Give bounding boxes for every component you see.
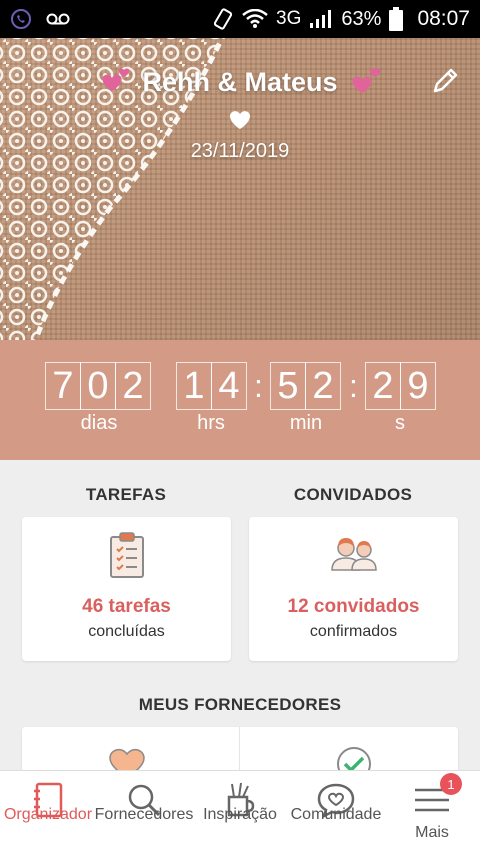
wedding-date: 23/11/2019 bbox=[190, 140, 290, 162]
rotate-icon bbox=[213, 8, 233, 30]
status-bar: 3G 63% 08:07 bbox=[0, 0, 480, 38]
nav-label: Organizador bbox=[3, 806, 93, 823]
countdown-seconds: 2 9 bbox=[365, 362, 436, 410]
battery-percent: 63% bbox=[341, 7, 382, 30]
tasks-section-title: TAREFAS bbox=[85, 485, 167, 504]
network-type: 3G bbox=[276, 8, 302, 29]
tasks-subtitle: concluídas bbox=[88, 623, 165, 640]
voicemail-icon bbox=[46, 13, 70, 25]
countdown-digit: 9 bbox=[400, 362, 436, 410]
nav-label: Mais bbox=[415, 824, 449, 841]
countdown-digit: 2 bbox=[365, 362, 401, 410]
countdown-label-seconds: s bbox=[395, 412, 405, 434]
countdown-label-days: dias bbox=[80, 412, 118, 434]
clock: 08:07 bbox=[417, 7, 470, 30]
nav-label: Comunidade bbox=[290, 806, 382, 823]
hero-title-row: Rehh & Mateus bbox=[0, 66, 480, 98]
tasks-count: 46 tarefas bbox=[82, 596, 171, 617]
countdown-digit: 7 bbox=[45, 362, 81, 410]
guests-couple-icon bbox=[330, 538, 377, 571]
signal-icon bbox=[310, 10, 332, 28]
nav-item-comunidade[interactable]: Comunidade bbox=[288, 771, 384, 854]
countdown-panel: 7 0 2 dias 1 4 hrs : 5 2 min : 2 9 s bbox=[0, 340, 480, 460]
countdown-label-hours: hrs bbox=[197, 412, 225, 434]
countdown-digit: 0 bbox=[80, 362, 116, 410]
tasks-card[interactable]: 46 tarefas concluídas bbox=[22, 517, 231, 661]
nav-label: Inspiração bbox=[203, 806, 277, 823]
wifi-icon bbox=[242, 9, 268, 28]
countdown-minutes: 5 2 bbox=[270, 362, 341, 410]
hearts-icon bbox=[351, 68, 380, 93]
vendors-section-title: MEUS FORNECEDORES bbox=[138, 695, 342, 714]
countdown-hours: 1 4 bbox=[176, 362, 247, 410]
clipboard-checklist-icon bbox=[109, 532, 144, 578]
nav-item-organizador[interactable]: Organizador bbox=[0, 771, 96, 854]
countdown-separator: : bbox=[349, 368, 358, 404]
whatsapp-icon bbox=[11, 9, 31, 29]
notification-badge: 1 bbox=[440, 773, 462, 795]
cover-image[interactable]: Rehh & Mateus 23/11/2019 bbox=[0, 38, 480, 340]
countdown-digit: 4 bbox=[211, 362, 247, 410]
nav-item-mais[interactable]: Mais 1 bbox=[384, 771, 480, 854]
countdown-digit: 5 bbox=[270, 362, 306, 410]
guests-subtitle: confirmados bbox=[309, 623, 398, 640]
countdown-digit: 2 bbox=[115, 362, 151, 410]
battery-icon bbox=[389, 7, 404, 31]
guests-card[interactable]: 12 convidados confirmados bbox=[249, 517, 458, 661]
countdown-digit: 2 bbox=[305, 362, 341, 410]
countdown-digit: 1 bbox=[176, 362, 212, 410]
bottom-navigation: Organizador Fornecedores Inspiração Comu… bbox=[0, 770, 480, 854]
guests-count: 12 convidados bbox=[287, 596, 420, 617]
countdown-label-minutes: min bbox=[289, 412, 323, 434]
heart-icon bbox=[230, 111, 250, 129]
countdown-separator: : bbox=[254, 368, 263, 404]
guests-section-title: CONVIDADOS bbox=[293, 485, 413, 504]
nav-label: Fornecedores bbox=[94, 806, 194, 823]
hearts-icon bbox=[102, 68, 130, 91]
couple-name: Rehh & Mateus bbox=[142, 66, 338, 97]
edit-pencil-icon[interactable] bbox=[430, 66, 460, 96]
nav-item-inspiracao[interactable]: Inspiração bbox=[192, 771, 288, 854]
countdown-days: 7 0 2 bbox=[45, 362, 151, 410]
nav-item-fornecedores[interactable]: Fornecedores bbox=[95, 771, 193, 854]
